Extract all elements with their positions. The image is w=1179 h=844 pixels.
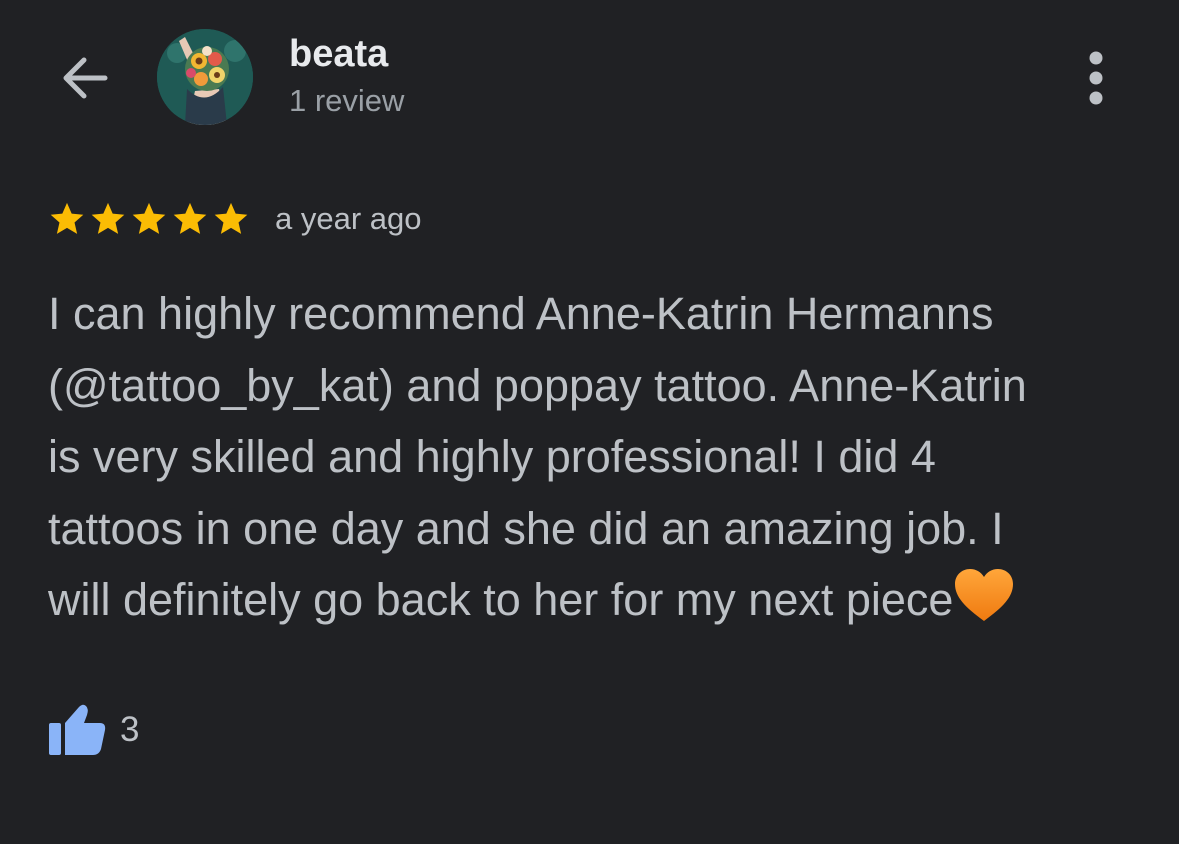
star-icon [214,202,248,234]
review-body: I can highly recommend Anne-Katrin Herma… [48,288,1027,625]
star-icon [91,202,125,234]
back-button[interactable] [52,50,116,106]
star-rating [48,200,253,238]
avatar[interactable] [157,29,253,125]
rating-row: a year ago [48,194,422,244]
star-icon [132,202,166,234]
review-time: a year ago [275,201,422,236]
like-row: 3 [48,700,139,760]
reviewer-review-count: 1 review [289,83,405,118]
arrow-left-icon [63,57,108,99]
more-options-button[interactable] [1070,44,1122,112]
orange-heart-icon: 🧡 [955,569,1014,621]
review-text: I can highly recommend Anne-Katrin Herma… [48,278,1138,636]
like-count: 3 [120,710,140,749]
more-vertical-icon [1089,51,1103,105]
like-button[interactable] [48,702,108,758]
thumbs-up-icon [49,704,106,755]
star-icon [173,202,207,234]
review-header: beata 1 review [0,0,1179,160]
reviewer-name[interactable]: beata [289,30,388,78]
star-icon [50,202,84,234]
avatar-flower-illustration-icon [157,29,253,125]
